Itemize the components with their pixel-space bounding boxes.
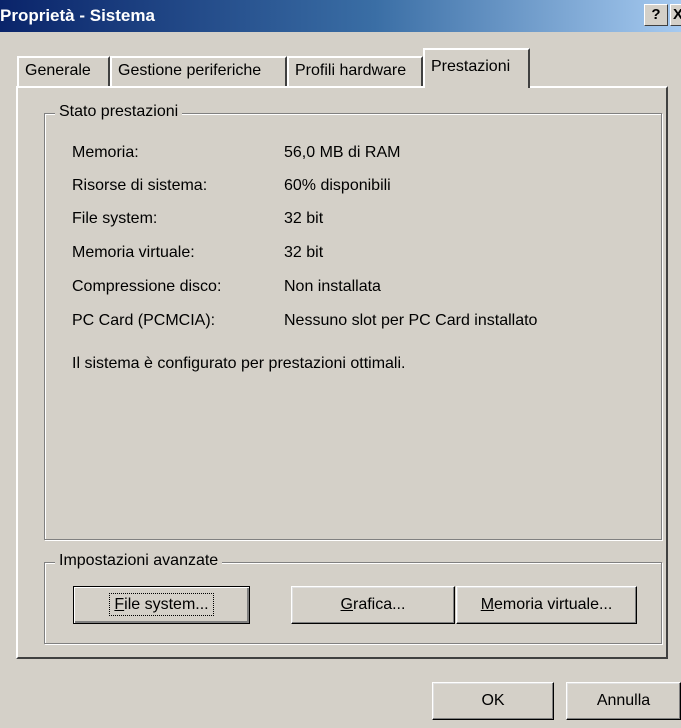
window-title: Proprietà - Sistema bbox=[0, 6, 155, 25]
status-label: Memoria: bbox=[72, 144, 139, 161]
advanced-settings-title: Impostazioni avanzate bbox=[55, 552, 223, 570]
performance-status-title: Stato prestazioni bbox=[55, 103, 183, 121]
ok-button[interactable]: OK bbox=[432, 682, 554, 720]
tab-prestazioni[interactable]: Prestazioni bbox=[423, 48, 530, 88]
status-value: 32 bit bbox=[284, 210, 324, 227]
status-message: Il sistema è configurato per prestazioni… bbox=[72, 355, 406, 372]
cancel-button[interactable]: Annulla bbox=[566, 682, 681, 720]
status-label: Risorse di sistema: bbox=[72, 177, 208, 194]
status-label: PC Card (PCMCIA): bbox=[72, 312, 216, 329]
advanced-settings-group: Impostazioni avanzate File system... Gra… bbox=[44, 552, 662, 644]
file-system-button[interactable]: File system... bbox=[73, 586, 250, 624]
status-value: 32 bit bbox=[284, 244, 324, 261]
performance-status-group: Stato prestazioni Memoria: 56,0 MB di RA… bbox=[44, 103, 662, 540]
tab-gestione-periferiche[interactable]: Gestione periferiche bbox=[110, 56, 287, 86]
help-button[interactable]: ? bbox=[644, 4, 668, 26]
memoria-virtuale-button[interactable]: Memoria virtuale... bbox=[456, 586, 637, 624]
tab-generale[interactable]: Generale bbox=[17, 56, 110, 86]
memoria-virtuale-button-label: Memoria virtuale... bbox=[480, 596, 613, 613]
status-value: 56,0 MB di RAM bbox=[284, 144, 401, 161]
status-label: Memoria virtuale: bbox=[72, 244, 195, 261]
grafica-button-label: Grafica... bbox=[340, 596, 406, 613]
grafica-button[interactable]: Grafica... bbox=[291, 586, 455, 624]
status-value: 60% disponibili bbox=[284, 177, 391, 194]
title-bar: Proprietà - Sistema ? X bbox=[0, 0, 681, 32]
file-system-button-label: File system... bbox=[109, 593, 214, 616]
status-value: Nessuno slot per PC Card installato bbox=[284, 312, 538, 329]
tab-profili-hardware[interactable]: Profili hardware bbox=[287, 56, 423, 86]
status-label: Compressione disco: bbox=[72, 278, 222, 295]
close-button[interactable]: X bbox=[670, 4, 681, 26]
status-value: Non installata bbox=[284, 278, 381, 295]
status-label: File system: bbox=[72, 210, 158, 227]
